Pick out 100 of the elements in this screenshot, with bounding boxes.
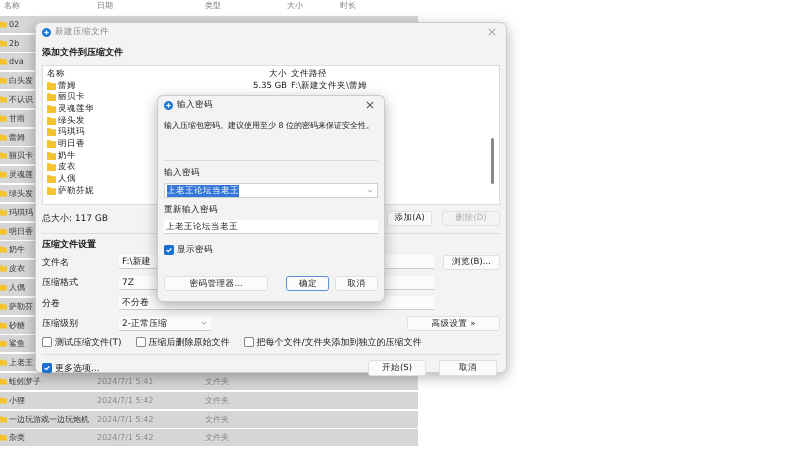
file-type: 文件夹: [205, 414, 229, 425]
file-name: 砂糖: [9, 320, 25, 331]
add-button[interactable]: 添加(A): [387, 210, 432, 226]
file-name[interactable]: 萨勒芬妮: [58, 184, 94, 197]
chevron-icon: [201, 321, 207, 326]
file-name[interactable]: 玛琪玛: [58, 126, 85, 138]
file-date: 2024/7/1 5:41: [97, 376, 154, 386]
file-name: 上老王: [9, 357, 33, 368]
file-row[interactable]: 杂类 2024/7/1 5:42 文件夹: [0, 429, 418, 446]
column-header[interactable]: 名称: [4, 0, 20, 12]
folder-icon: [0, 114, 7, 122]
folder-icon: [0, 58, 7, 66]
file-name[interactable]: 明日香: [58, 138, 85, 150]
file-name: 绿头发: [9, 188, 33, 199]
file-row[interactable]: 一边玩游戏一边玩炮机 2024/7/1 5:42 文件夹: [0, 410, 418, 428]
folder-icon: [0, 246, 7, 254]
password-manager-button[interactable]: 密码管理器...: [164, 276, 268, 291]
window-title: 新建压缩文件: [55, 26, 109, 38]
checkbox-label[interactable]: 显示密码: [177, 244, 213, 256]
file-name: 人偶: [9, 282, 25, 293]
file-name: 萨勒芬: [9, 300, 33, 312]
file-name: 2b: [9, 38, 20, 48]
file-type: 文件夹: [205, 394, 229, 406]
column-header[interactable]: 大小: [287, 0, 303, 12]
column-header[interactable]: 大小: [247, 68, 287, 80]
file-name[interactable]: 人偶: [58, 173, 76, 186]
checkbox[interactable]: [244, 337, 254, 347]
file-name: 鲨鱼: [9, 338, 25, 350]
file-name: 一边玩游戏一边玩炮机: [9, 414, 89, 425]
file-name: 02: [9, 20, 20, 29]
field-label: 压缩级别: [42, 318, 79, 330]
checkbox[interactable]: [136, 337, 146, 347]
browse-button[interactable]: 浏览(B)...: [443, 254, 500, 270]
close-icon[interactable]: [366, 101, 374, 109]
total-size: 总大小: 117 GB: [42, 212, 108, 224]
column-header[interactable]: 文件路径: [291, 68, 327, 80]
file-size: 5.35 GB: [252, 80, 287, 91]
folder-icon: [0, 416, 7, 423]
section-heading: 添加文件到压缩文件: [42, 47, 124, 59]
folder-icon: [0, 134, 7, 141]
file-date: 2024/7/1 5:42: [97, 414, 154, 424]
file-type: 文件夹: [205, 432, 229, 444]
advanced-button[interactable]: 高级设置 »: [407, 316, 500, 332]
file-name: 杂类: [9, 432, 25, 444]
folder-icon: [0, 228, 7, 235]
folder-icon: [0, 434, 7, 442]
folder-icon: [0, 359, 7, 366]
column-header[interactable]: 时长: [340, 0, 356, 12]
folder-icon: [0, 322, 7, 329]
file-name[interactable]: 蕾姆: [58, 80, 76, 92]
checkbox-label[interactable]: 压缩后删除原始文件: [148, 336, 230, 348]
password-field[interactable]: 上老王论坛当老王: [164, 183, 378, 198]
file-name[interactable]: 绿头发: [58, 114, 85, 127]
app-icon: [42, 28, 51, 36]
column-header[interactable]: 类型: [205, 0, 221, 12]
checkbox[interactable]: [42, 363, 52, 373]
dropdown[interactable]: 2-正常压缩: [119, 316, 211, 331]
file-name[interactable]: 丽贝卡: [58, 91, 85, 104]
start-button[interactable]: 开始(S): [368, 360, 426, 376]
folder-icon: [0, 302, 7, 310]
section-heading: 压缩文件设置: [42, 238, 96, 252]
folder-icon: [0, 265, 7, 272]
file-name[interactable]: 奶牛: [58, 150, 76, 162]
folder-icon: [0, 378, 7, 385]
file-name[interactable]: 皮衣: [58, 161, 76, 174]
file-name[interactable]: 灵魂莲华: [58, 102, 94, 115]
folder-icon: [0, 152, 7, 160]
checkbox-label[interactable]: 更多选项...: [55, 362, 100, 374]
field-label: 压缩格式: [42, 276, 79, 290]
file-name: 小狸: [9, 394, 25, 406]
folder-icon: [0, 340, 7, 348]
column-header[interactable]: 日期: [97, 0, 113, 12]
file-name: 蕾姆: [9, 132, 25, 143]
file-name: 白头发: [9, 75, 33, 86]
window-title: 输入密码: [177, 99, 213, 111]
file-name: 丽贝卡: [9, 150, 33, 162]
file-row[interactable]: 小狸 2024/7/1 5:42 文件夹: [0, 392, 418, 409]
ok-button[interactable]: 确定: [286, 276, 330, 291]
folder-icon: [0, 20, 7, 28]
checkbox-label[interactable]: 把每个文件/文件夹添加到独立的压缩文件: [256, 336, 422, 348]
field-label: 分卷: [42, 298, 61, 310]
file-name: 蚯蚓梦子: [9, 376, 41, 387]
cancel-button[interactable]: 取消: [439, 360, 497, 376]
folder-icon: [0, 40, 7, 47]
file-name: 明日香: [9, 226, 33, 237]
file-date: 2024/7/1 5:42: [97, 396, 154, 405]
checkbox[interactable]: [42, 337, 52, 347]
field-label: 输入密码: [164, 167, 201, 179]
file-name: 奶牛: [9, 244, 25, 256]
file-name: 玛琪玛: [9, 206, 33, 218]
password-field[interactable]: 上老王论坛当老王: [164, 220, 378, 234]
folder-icon: [0, 96, 7, 103]
file-row[interactable]: 蚯蚓梦子 2024/7/1 5:41 文件夹: [0, 372, 418, 390]
cancel-button[interactable]: 取消: [335, 276, 378, 291]
folder-icon: [0, 190, 7, 197]
column-header[interactable]: 名称: [47, 68, 247, 80]
scrollbar[interactable]: [491, 138, 494, 184]
checkbox-label[interactable]: 测试压缩文件(T): [55, 336, 122, 348]
file-path: F:\新建文件夹\蕾姆: [291, 80, 367, 92]
checkbox[interactable]: [164, 245, 174, 255]
